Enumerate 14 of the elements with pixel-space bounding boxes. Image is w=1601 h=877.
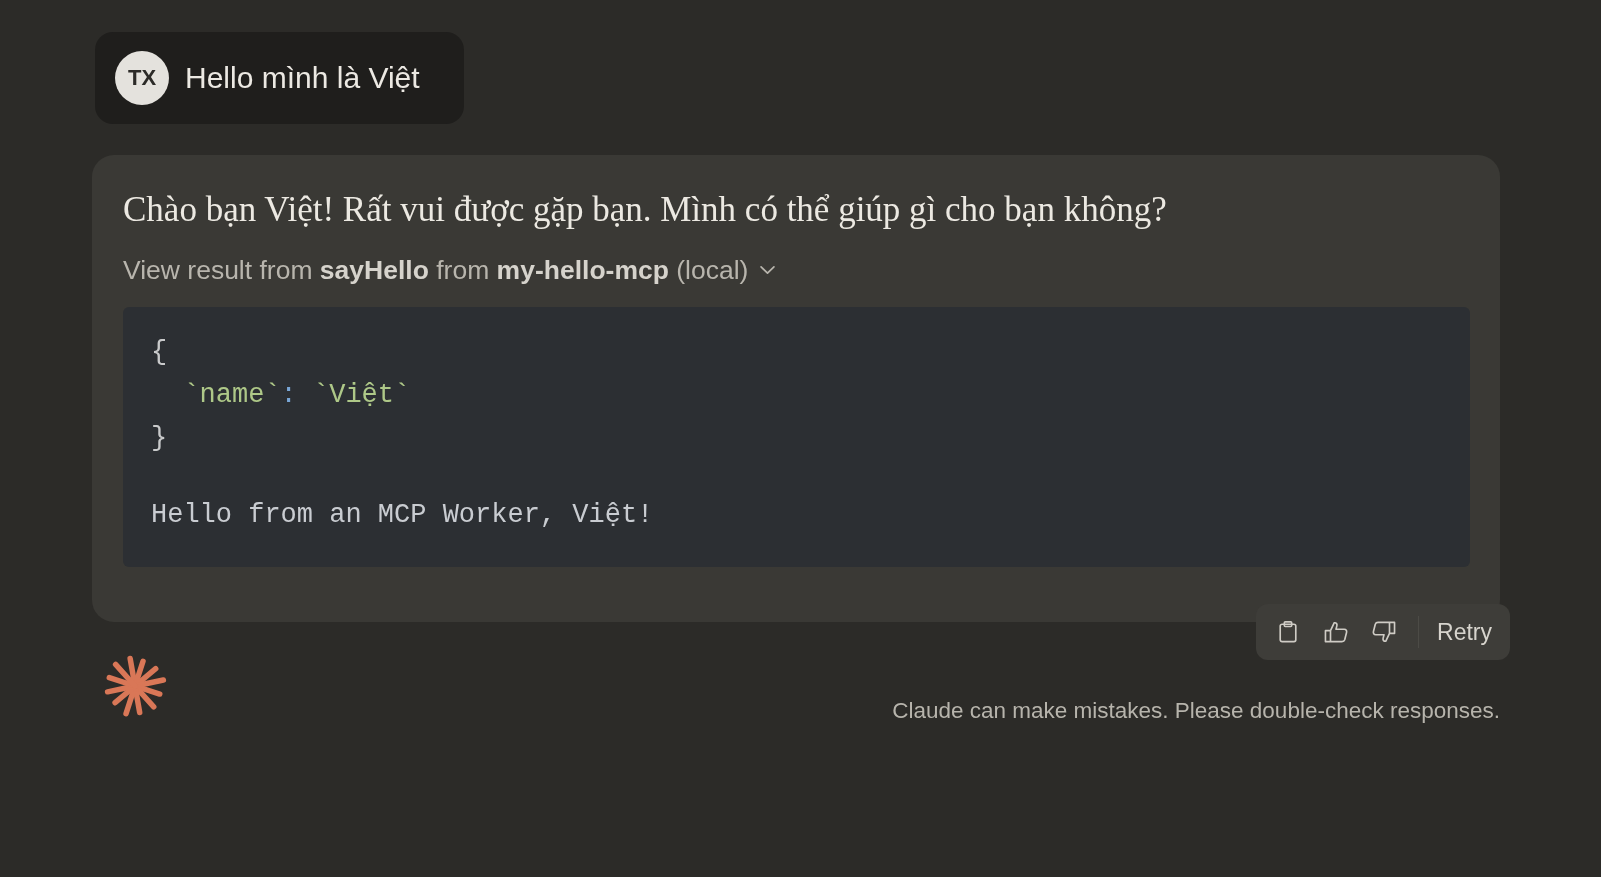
starburst-logo-icon <box>103 654 167 718</box>
disclaimer-text: Claude can make mistakes. Please double-check responses. <box>892 698 1500 724</box>
user-avatar: TX <box>115 51 169 105</box>
code-line: `name`: `Việt` <box>182 379 411 412</box>
thumbs-down-icon <box>1372 621 1397 643</box>
chevron-icon <box>760 265 776 275</box>
retry-button[interactable]: Retry <box>1433 612 1496 652</box>
code-line: } <box>151 422 168 455</box>
code-output-line: Hello from an MCP Worker, Việt! <box>151 499 654 532</box>
tool-result-toggle[interactable]: View result from sayHello from my-hello-mcp (local) <box>123 253 776 287</box>
response-text: Chào bạn Việt! Rất vui được gặp bạn. Mình có thể giúp gì cho bạn không? <box>123 189 1168 231</box>
user-message-text: Hello mình là Việt <box>185 61 420 95</box>
thumbs-up-icon <box>1324 621 1349 643</box>
code-line: { <box>151 336 168 369</box>
